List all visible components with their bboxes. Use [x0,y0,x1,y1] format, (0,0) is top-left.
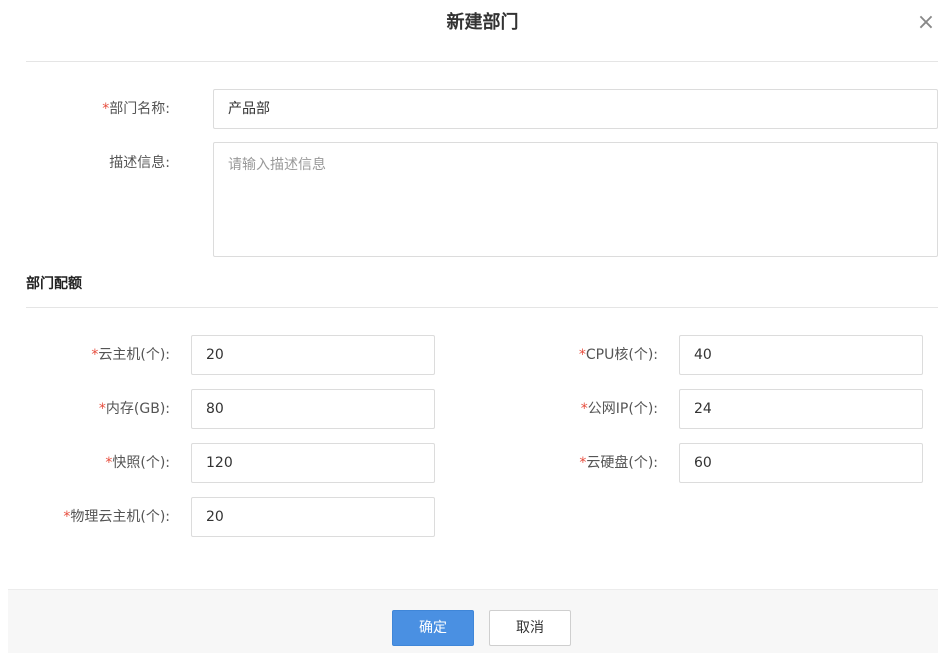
snapshot-label-text: 快照(个): [112,455,170,471]
new-department-dialog: 新建部门 × *部门名称: 产品部 描述信息: 请输入描述信息 部门配额 *云主… [0,0,940,653]
required-mark: * [578,347,586,363]
close-icon[interactable]: × [915,12,937,34]
cancel-button[interactable]: 取消 [489,610,571,646]
memory-input[interactable]: 80 [191,389,435,429]
required-mark: * [98,401,106,417]
department-name-input[interactable]: 产品部 [213,89,938,129]
physical-host-label: *物理云主机(个): [10,497,170,537]
cloud-disk-label: *云硬盘(个): [510,443,658,483]
public-ip-value: 24 [694,401,712,417]
department-name-label: *部门名称: [60,89,170,129]
public-ip-input[interactable]: 24 [679,389,923,429]
snapshot-input[interactable]: 120 [191,443,435,483]
quota-section-title: 部门配额 [26,276,82,292]
cloud-disk-value: 60 [694,455,712,471]
cpu-label-text: CPU核(个): [585,347,658,363]
snapshot-label: *快照(个): [20,443,170,483]
physical-host-input[interactable]: 20 [191,497,435,537]
physical-host-label-text: 物理云主机(个): [70,509,170,525]
dialog-title: 新建部门 [446,12,519,33]
physical-host-value: 20 [206,509,224,525]
cloud-disk-label-text: 云硬盘(个): [586,455,658,471]
cloud-host-label: *云主机(个): [20,335,170,375]
public-ip-label-text: 公网IP(个): [587,401,658,417]
description-label: 描述信息: [60,143,170,183]
required-mark: * [580,401,588,417]
cloud-disk-input[interactable]: 60 [679,443,923,483]
memory-label-text: 内存(GB): [105,401,170,417]
department-name-label-text: 部门名称: [109,101,170,117]
public-ip-label: *公网IP(个): [510,389,658,429]
description-textarea[interactable]: 请输入描述信息 [213,142,938,257]
memory-label: *内存(GB): [20,389,170,429]
cpu-input[interactable]: 40 [679,335,923,375]
cloud-host-label-text: 云主机(个): [98,347,170,363]
department-name-value: 产品部 [228,101,270,117]
quota-divider [26,307,938,308]
snapshot-value: 120 [206,455,233,471]
cpu-label: *CPU核(个): [510,335,658,375]
header-divider [26,61,938,62]
confirm-button[interactable]: 确定 [392,610,474,646]
memory-value: 80 [206,401,224,417]
description-placeholder: 请输入描述信息 [228,157,326,173]
cloud-host-value: 20 [206,347,224,363]
cloud-host-input[interactable]: 20 [191,335,435,375]
cpu-value: 40 [694,347,712,363]
description-label-text: 描述信息: [109,155,170,171]
